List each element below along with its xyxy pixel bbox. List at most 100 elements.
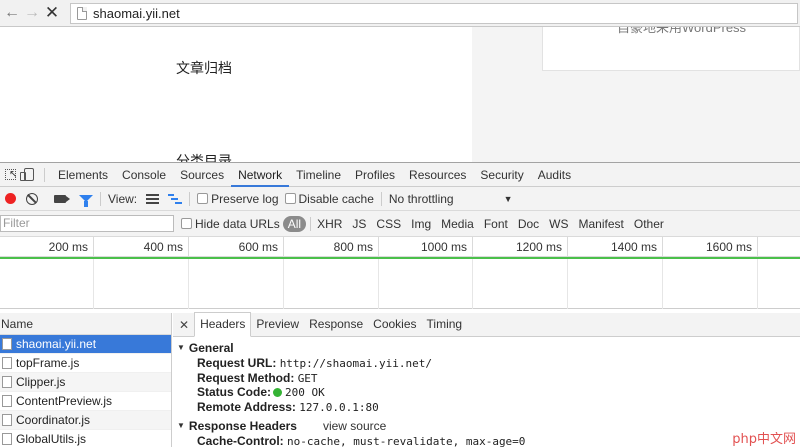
page-content: 自豪地采用WordPress 文章归档 分类目录 (0, 27, 800, 162)
tab-console[interactable]: Console (115, 163, 173, 187)
watermark-logo: php中文网 (732, 432, 796, 447)
capture-screenshots-icon[interactable] (54, 194, 70, 203)
sidebar-card: 自豪地采用WordPress (542, 27, 800, 71)
tab-audits[interactable]: Audits (531, 163, 578, 187)
forward-arrow-icon[interactable]: → (22, 3, 42, 23)
disable-cache-checkbox[interactable]: Disable cache (284, 192, 374, 206)
category-heading: 分类目录 (176, 154, 232, 162)
name-column-header[interactable]: Name (0, 313, 171, 335)
detail-tabs: ✕ Headers Preview Response Cookies Timin… (173, 312, 800, 337)
device-mode-icon[interactable] (18, 166, 36, 184)
file-icon (2, 395, 12, 407)
document-icon (2, 338, 12, 350)
tab-elements[interactable]: Elements (51, 163, 115, 187)
request-url-row: Request URL: http://shaomai.yii.net/ (197, 356, 433, 370)
stop-icon[interactable]: ✕ (42, 3, 62, 23)
filter-media[interactable]: Media (436, 217, 479, 231)
record-icon[interactable] (5, 193, 16, 204)
request-detail: ✕ Headers Preview Response Cookies Timin… (173, 312, 800, 447)
hide-data-urls-checkbox[interactable]: Hide data URLs (181, 217, 280, 231)
view-label: View: (108, 191, 138, 206)
timeline-tick: 800 ms (284, 237, 379, 257)
filter-ws[interactable]: WS (544, 217, 573, 231)
preserve-log-checkbox[interactable]: Preserve log (197, 192, 279, 206)
overview-icon[interactable] (168, 193, 183, 204)
status-ok-icon (273, 388, 283, 397)
page-icon (77, 6, 87, 20)
tab-cookies[interactable]: Cookies (368, 313, 421, 337)
network-toolbar: View: Preserve log Disable cache No thro… (0, 187, 800, 211)
timeline-tick: 600 ms (189, 237, 284, 257)
timeline-tick: 400 ms (94, 237, 189, 257)
filter-img[interactable]: Img (406, 217, 436, 231)
timeline-overview[interactable] (0, 257, 800, 309)
sidebar-card-text: 自豪地采用WordPress (617, 27, 747, 35)
timeline-tick: 1200 ms (473, 237, 568, 257)
archive-heading: 文章归档 (176, 61, 232, 77)
collapse-triangle-icon: ▼ (177, 421, 185, 430)
timeline-tick: 1400 ms (568, 237, 663, 257)
large-rows-icon[interactable] (146, 193, 160, 204)
divider (100, 191, 101, 206)
cache-control-row: Cache-Control: no-cache, must-revalidate… (197, 434, 526, 447)
file-icon (2, 357, 12, 369)
tab-preview[interactable]: Preview (251, 313, 304, 337)
filter-other[interactable]: Other (629, 217, 669, 231)
url-text[interactable]: shaomai.yii.net (93, 6, 180, 21)
divider (44, 167, 45, 182)
filter-font[interactable]: Font (479, 217, 513, 231)
request-row[interactable]: shaomai.yii.net (0, 335, 171, 354)
filter-manifest[interactable]: Manifest (574, 217, 629, 231)
tab-response[interactable]: Response (304, 313, 368, 337)
network-lower-pane: Name shaomai.yii.net topFrame.js Clipper… (0, 312, 800, 447)
filter-js[interactable]: JS (347, 217, 371, 231)
request-row[interactable]: ContentPreview.js (0, 392, 171, 411)
inspect-element-icon[interactable] (0, 166, 18, 184)
request-row[interactable]: topFrame.js (0, 354, 171, 373)
request-method-row: Request Method: GET (197, 370, 318, 385)
collapse-triangle-icon: ▼ (177, 343, 185, 352)
tab-timeline[interactable]: Timeline (289, 163, 348, 187)
general-section-header[interactable]: ▼ General (173, 340, 800, 356)
address-bar[interactable]: shaomai.yii.net (70, 2, 798, 24)
divider (189, 191, 191, 206)
tab-security[interactable]: Security (473, 163, 530, 187)
filter-icon[interactable] (79, 195, 93, 207)
back-arrow-icon[interactable]: ← (2, 3, 22, 23)
tab-headers[interactable]: Headers (194, 312, 252, 337)
view-source-link[interactable]: view source (323, 418, 386, 434)
dropdown-arrow-icon: ▼ (503, 193, 513, 204)
timeline-ruler: 200 ms 400 ms 600 ms 800 ms 1000 ms 1200… (0, 237, 800, 257)
clear-icon[interactable] (26, 192, 38, 205)
filter-all[interactable]: All (282, 215, 307, 232)
divider (380, 191, 382, 206)
remote-address-row: Remote Address: 127.0.0.1:80 (197, 399, 379, 414)
timeline-tick: 200 ms (0, 237, 94, 257)
filter-doc[interactable]: Doc (513, 217, 544, 231)
file-icon (2, 414, 12, 426)
close-icon[interactable]: ✕ (179, 318, 189, 332)
filter-css[interactable]: CSS (371, 217, 406, 231)
file-icon (2, 433, 12, 445)
filter-bar: Filter Hide data URLs All XHR JS CSS Img… (0, 211, 800, 237)
timeline-tick: 1000 ms (379, 237, 473, 257)
response-headers-section-header[interactable]: ▼ Response Headers view source (173, 418, 800, 434)
file-icon (2, 376, 12, 388)
request-list: Name shaomai.yii.net topFrame.js Clipper… (0, 313, 172, 447)
tab-network[interactable]: Network (231, 163, 290, 187)
request-row[interactable]: Clipper.js (0, 373, 171, 392)
tab-resources[interactable]: Resources (402, 163, 473, 187)
status-code-row: Status Code: 200 OK (197, 385, 325, 399)
request-row[interactable]: GlobalUtils.js (0, 430, 171, 447)
throttling-select[interactable]: No throttling ▼ (389, 192, 513, 206)
tab-sources[interactable]: Sources (173, 163, 231, 187)
filter-xhr[interactable]: XHR (312, 217, 347, 231)
devtools-tabbar: Elements Console Sources Network Timelin… (0, 163, 800, 187)
devtools-panel: Elements Console Sources Network Timelin… (0, 162, 800, 447)
browser-toolbar: ← → ✕ shaomai.yii.net (0, 0, 800, 27)
tab-profiles[interactable]: Profiles (348, 163, 402, 187)
divider (310, 216, 312, 231)
filter-input[interactable]: Filter (0, 215, 174, 232)
tab-timing[interactable]: Timing (422, 313, 468, 337)
request-row[interactable]: Coordinator.js (0, 411, 171, 430)
